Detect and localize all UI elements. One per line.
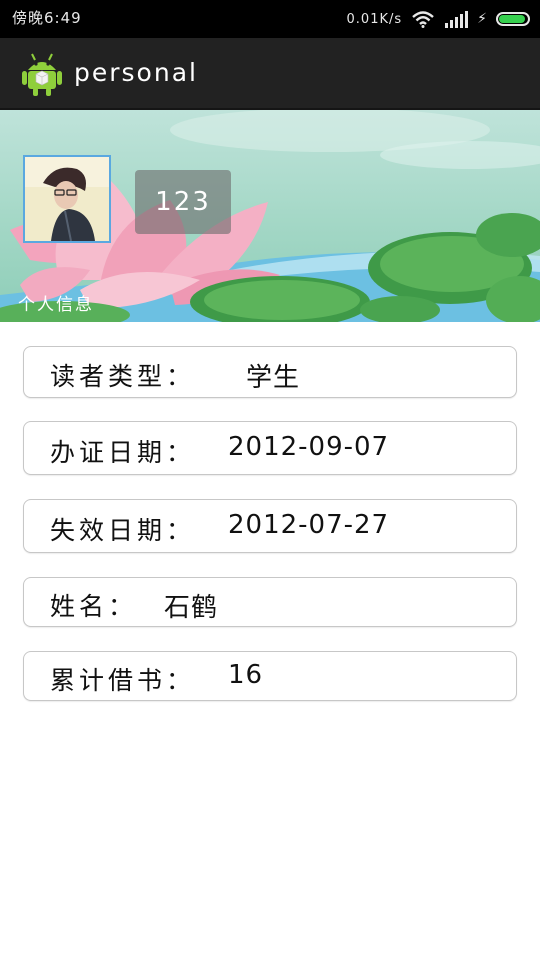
info-row-reader-type: 读者类型： 学生 bbox=[23, 346, 517, 398]
signal-icon bbox=[445, 11, 469, 28]
page-title: personal bbox=[74, 58, 198, 87]
status-time: 傍晚6:49 bbox=[12, 9, 82, 27]
status-bar: 傍晚6:49 0.01K/s ⚡ bbox=[0, 0, 540, 38]
battery-icon bbox=[496, 12, 530, 26]
android-icon[interactable] bbox=[22, 52, 62, 96]
info-label: 读者类型： bbox=[50, 362, 196, 391]
info-label: 失效日期： bbox=[50, 516, 196, 545]
banner-caption: 个人信息 bbox=[18, 295, 94, 315]
info-label: 办证日期： bbox=[50, 438, 196, 467]
user-name: 123 bbox=[135, 170, 231, 234]
info-row-borrowed-total: 累计借书： 16 bbox=[23, 651, 517, 701]
battery-level bbox=[499, 15, 525, 23]
network-speed: 0.01K/s bbox=[346, 11, 403, 27]
info-value: 16 bbox=[228, 660, 264, 690]
info-value: 石鹤 bbox=[164, 593, 219, 623]
info-label: 姓名： bbox=[50, 592, 138, 621]
info-label: 累计借书： bbox=[50, 666, 196, 695]
avatar-photo bbox=[25, 157, 109, 241]
info-value: 学生 bbox=[246, 363, 301, 393]
avatar[interactable] bbox=[23, 155, 111, 243]
wifi-icon bbox=[412, 11, 434, 28]
info-row-issue-date: 办证日期： 2012-09-07 bbox=[23, 421, 517, 475]
info-row-expiry-date: 失效日期： 2012-07-27 bbox=[23, 499, 517, 553]
info-value: 2012-09-07 bbox=[228, 432, 390, 462]
status-icons: 0.01K/s ⚡ bbox=[347, 6, 530, 32]
profile-banner: 123 个人信息 bbox=[0, 110, 540, 322]
info-value: 2012-07-27 bbox=[228, 510, 390, 540]
action-bar: personal bbox=[0, 38, 540, 110]
info-row-name: 姓名： 石鹤 bbox=[23, 577, 517, 627]
charging-icon: ⚡ bbox=[477, 11, 487, 27]
